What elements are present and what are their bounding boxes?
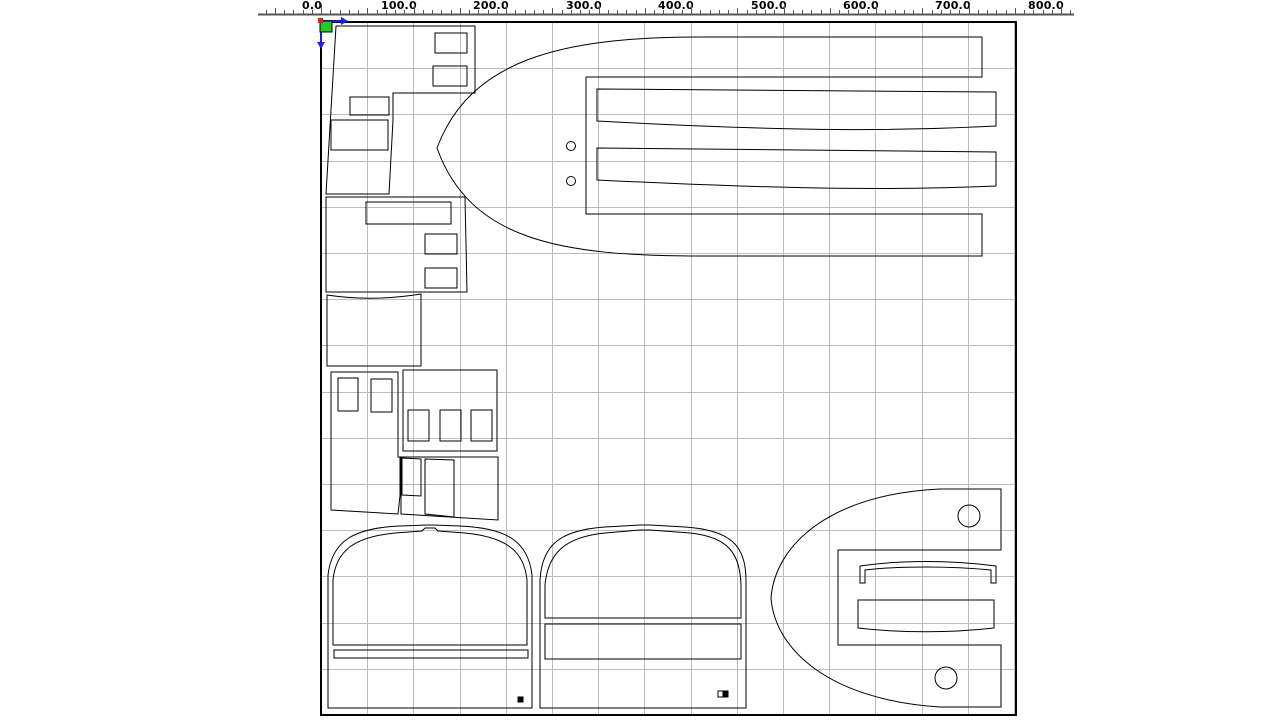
part-window-frame-opening-3[interactable] (470, 409, 493, 442)
part-top-left-panel[interactable] (325, 25, 476, 195)
part-hull-hole-1[interactable] (566, 141, 576, 151)
material-sheet-border (320, 21, 1017, 716)
cut-layout-canvas[interactable] (0, 0, 1280, 720)
part-left-lower-panel[interactable] (330, 371, 401, 515)
origin-axes-icon[interactable] (317, 17, 348, 49)
part-bulkhead-middle-panel[interactable] (544, 623, 742, 660)
part-top-left-window-3[interactable] (349, 96, 390, 116)
part-bulkhead-left[interactable] (327, 524, 533, 709)
part-bulkhead-middle[interactable] (539, 524, 747, 709)
part-window-frame-opening-2[interactable] (439, 409, 462, 442)
part-hull-bottom[interactable] (770, 488, 1002, 708)
part-top-left-window-4[interactable] (330, 119, 389, 151)
part-hull-top[interactable] (436, 36, 997, 257)
part-left-middle-window-2[interactable] (424, 233, 458, 255)
part-top-left-window-1[interactable] (434, 32, 468, 54)
part-left-middle-window-3[interactable] (424, 267, 458, 289)
part-hull-slot-2[interactable] (596, 147, 997, 189)
part-bulkhead-left-strip[interactable] (333, 649, 529, 659)
part-hull-slot-1[interactable] (596, 88, 997, 131)
part-left-middle-window-1[interactable] (365, 201, 452, 225)
ruler-ticks (266, 4, 1071, 14)
grid-lines (321, 22, 1016, 715)
part-left-lower-window-1[interactable] (337, 377, 359, 412)
part-small-panel[interactable] (400, 456, 499, 521)
part-bulkhead-middle-mark-fill (722, 691, 729, 698)
part-bulkhead-middle-window[interactable] (544, 529, 742, 619)
part-left-square[interactable] (326, 293, 422, 367)
part-hull-bottom-slot-1[interactable] (859, 561, 997, 584)
part-window-frame-opening-1[interactable] (407, 409, 430, 442)
part-left-middle-panel[interactable] (325, 196, 468, 293)
part-small-panel-slot-1[interactable] (401, 457, 422, 497)
part-small-panel-slot-2[interactable] (424, 458, 455, 518)
part-left-lower-window-2[interactable] (370, 378, 393, 413)
part-hull-bottom-hole-2[interactable] (934, 666, 958, 690)
part-bulkhead-left-mark (517, 696, 524, 703)
part-bulkhead-left-window[interactable] (332, 527, 528, 646)
part-hull-bottom-slot-2[interactable] (857, 599, 995, 633)
part-hull-hole-2[interactable] (566, 176, 576, 186)
